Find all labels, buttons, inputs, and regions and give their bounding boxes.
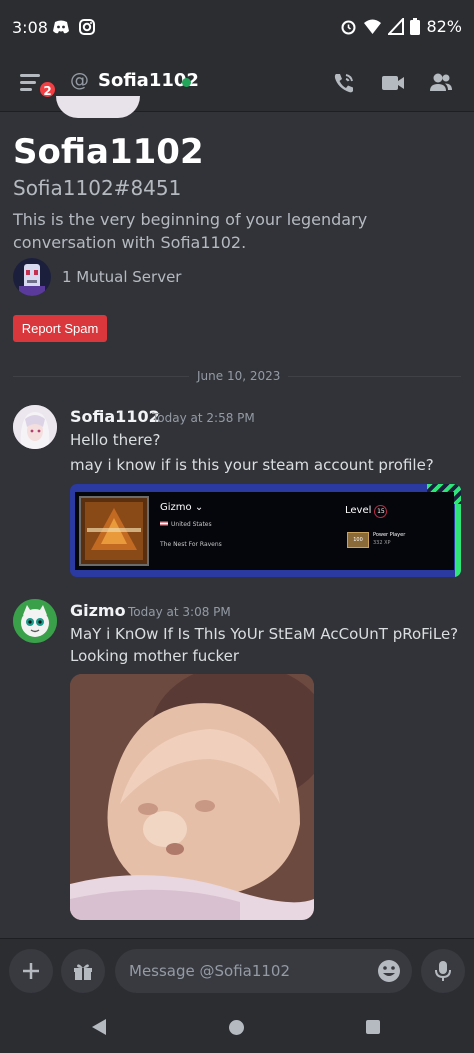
menu-button[interactable]: 2 (18, 70, 57, 100)
image-attachment[interactable] (70, 674, 314, 920)
gift-button[interactable] (61, 949, 105, 993)
system-nav-bar (0, 1002, 474, 1053)
avatar[interactable] (13, 405, 57, 449)
message-timestamp: Today at 3:08 PM (128, 605, 231, 619)
alarm-icon (341, 20, 356, 35)
message-author[interactable]: Gizmo (70, 601, 126, 620)
discord-icon (53, 20, 69, 34)
wifi-icon (364, 19, 382, 34)
message-input[interactable] (115, 949, 412, 993)
avatar[interactable] (13, 599, 57, 643)
message-composer (0, 938, 474, 1002)
video-icon[interactable] (380, 70, 406, 96)
status-time: 3:08 (12, 18, 48, 37)
steam-country: United States (160, 521, 212, 528)
profile-tag: Sofia1102#8451 (13, 176, 182, 200)
message-author[interactable]: Sofia1102 (70, 407, 160, 426)
profile-display-name: Sofia1102 (13, 132, 204, 172)
mutual-servers[interactable]: 1 Mutual Server (13, 258, 181, 296)
steam-level-number: 15 (374, 505, 388, 518)
battery-level: 82% (426, 17, 462, 36)
mutual-servers-label: 1 Mutual Server (62, 268, 182, 286)
instagram-icon (79, 19, 95, 35)
steam-profile-embed[interactable]: Gizmo ⌄ United States The Nest For Raven… (70, 484, 461, 577)
steam-summary: The Nest For Ravens (160, 541, 222, 548)
message-timestamp: Today at 2:58 PM (152, 411, 255, 425)
recent-apps-icon[interactable] (366, 1020, 380, 1034)
profile-avatar[interactable] (56, 96, 140, 118)
home-icon[interactable] (229, 1020, 244, 1035)
unread-badge: 2 (38, 80, 57, 99)
report-spam-button[interactable]: Report Spam (13, 315, 107, 342)
message-text: MaY i KnOw If Is ThIs YoUr StEaM AcCoUnT… (70, 625, 459, 643)
voice-message-button[interactable] (421, 949, 465, 993)
date-divider-label: June 10, 2023 (189, 369, 289, 383)
battery-icon (410, 18, 421, 35)
server-icon (13, 258, 51, 296)
message-text: may i know if is this your steam account… (70, 456, 434, 474)
steam-badge-name: Power Player (373, 532, 406, 538)
call-icon[interactable] (331, 70, 357, 96)
members-icon[interactable] (428, 70, 454, 96)
steam-level: Level 15 (345, 505, 388, 518)
steam-badge-icon: 100 (347, 532, 369, 548)
gift-icon (74, 964, 92, 980)
steam-badge-xp: 332 XP (373, 540, 391, 546)
us-flag-icon (160, 521, 168, 526)
online-status-dot (182, 78, 191, 87)
cell-signal-icon (388, 18, 405, 35)
steam-avatar-image (79, 496, 149, 566)
dm-at-icon: @ (70, 69, 89, 91)
conversation-intro: This is the very beginning of your legen… (13, 210, 368, 252)
add-attachment-button[interactable] (9, 949, 53, 993)
steam-profile-name: Gizmo ⌄ (160, 502, 204, 513)
back-icon[interactable] (92, 1019, 106, 1035)
status-bar: 3:08 82% (0, 0, 474, 56)
emoji-icon[interactable] (376, 958, 402, 984)
steam-profile-card: Gizmo ⌄ United States The Nest For Raven… (75, 492, 454, 570)
message-text: Looking mother fucker (70, 647, 240, 665)
message-text: Hello there? (70, 431, 161, 449)
plus-icon (23, 963, 39, 979)
microphone-icon (435, 961, 451, 981)
